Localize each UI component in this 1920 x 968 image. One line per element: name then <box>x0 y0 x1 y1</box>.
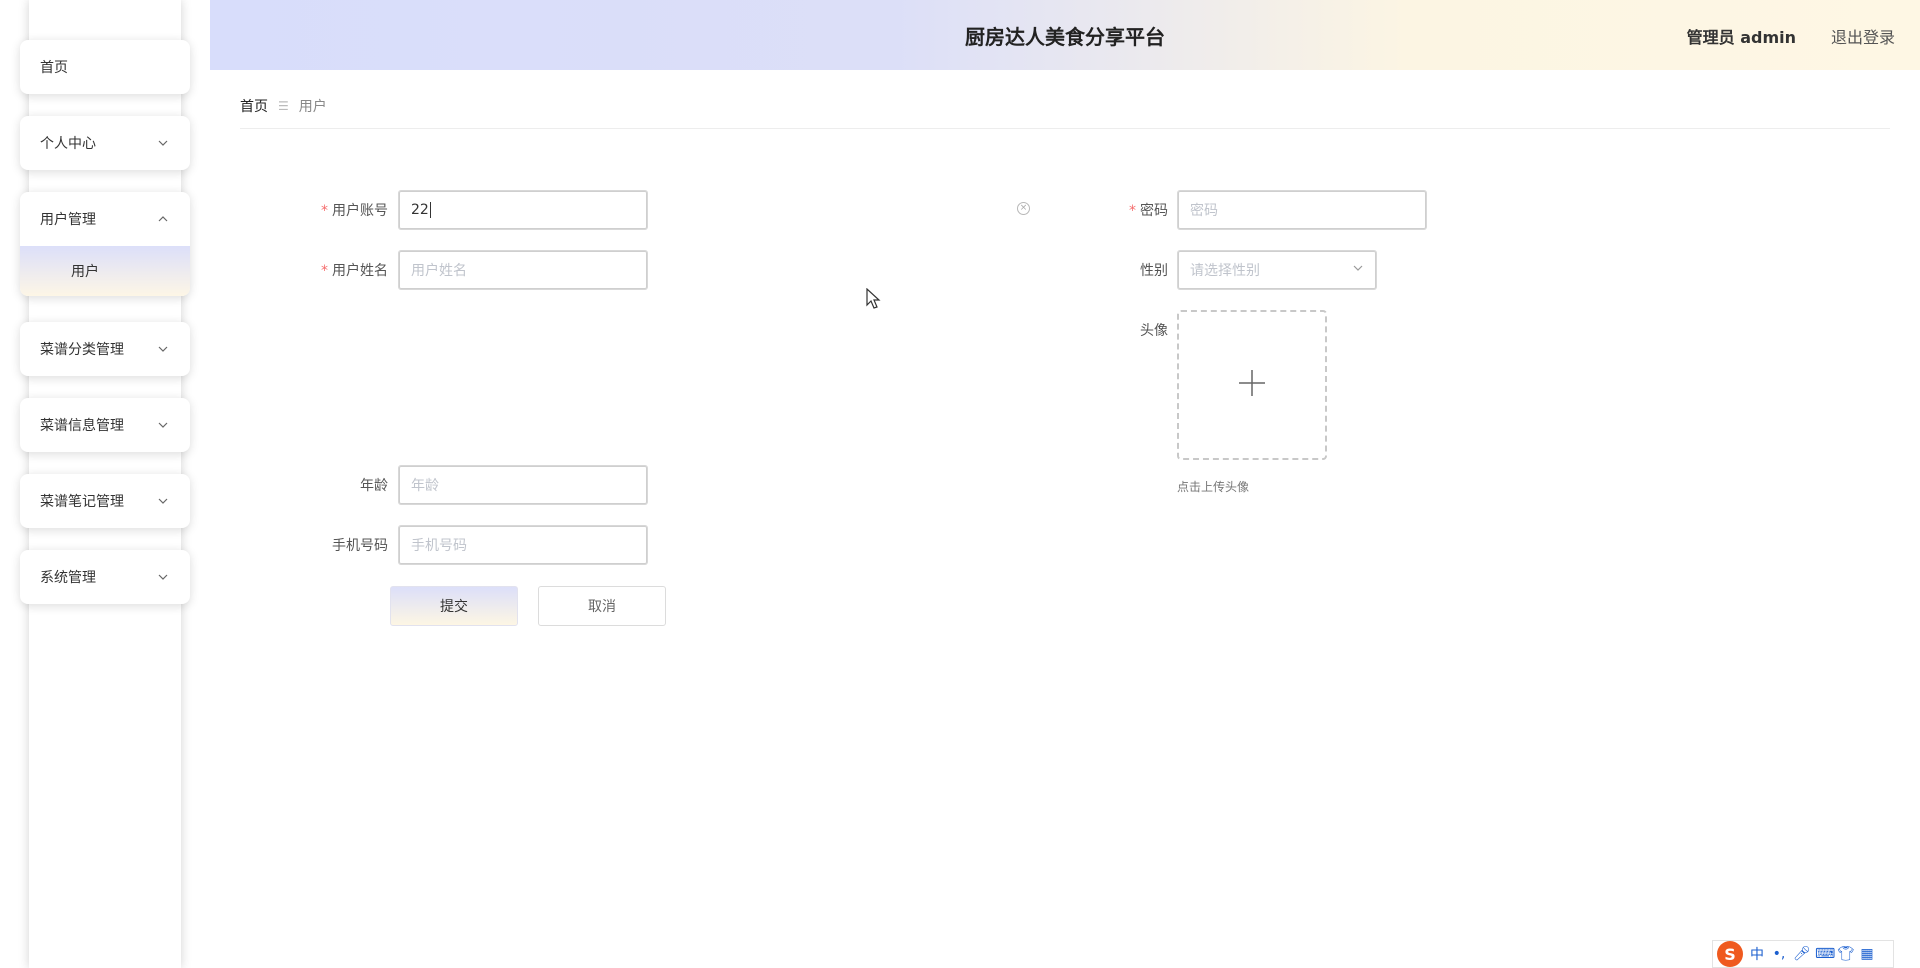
chevron-up-icon <box>156 212 170 226</box>
text-caret <box>429 202 431 218</box>
microphone-icon[interactable]: 🎤︎ <box>1793 946 1811 962</box>
top-header: 厨房达人美食分享平台 管理员 admin 退出登录 <box>210 0 1920 70</box>
sidebar-item-system[interactable]: 系统管理 <box>20 550 190 604</box>
required-mark: * <box>321 203 328 219</box>
gender-select[interactable]: 请选择性别 <box>1177 250 1377 290</box>
sidebar-subitem-label: 用户 <box>71 264 99 280</box>
account-label: * 用户账号 <box>321 203 388 219</box>
password-input[interactable]: 密码 <box>1177 190 1427 230</box>
breadcrumb-home[interactable]: 首页 <box>240 96 268 116</box>
ime-mode[interactable]: 中 <box>1749 944 1765 964</box>
avatar-upload[interactable] <box>1177 310 1327 460</box>
sidebar-item-label: 菜谱分类管理 <box>40 342 124 358</box>
cancel-button[interactable]: 取消 <box>538 586 666 626</box>
sidebar-item-home[interactable]: 首页 <box>20 40 190 94</box>
current-user: 管理员 admin <box>1686 28 1796 47</box>
apps-icon[interactable]: ▦ <box>1859 946 1875 962</box>
chevron-down-icon <box>156 418 170 432</box>
sidebar-subitem-user[interactable]: 用户 <box>20 246 190 296</box>
chevron-down-icon <box>156 136 170 150</box>
sidebar-item-recipe-notes[interactable]: 菜谱笔记管理 <box>20 474 190 528</box>
breadcrumb-current: 用户 <box>298 99 327 115</box>
account-input[interactable]: 22 <box>398 190 648 230</box>
sidebar-item-label: 菜谱信息管理 <box>40 418 124 434</box>
sidebar-item-label: 用户管理 <box>40 212 96 228</box>
logout-link[interactable]: 退出登录 <box>1831 24 1895 48</box>
skin-icon[interactable]: 👕︎ <box>1837 946 1855 962</box>
ime-punct[interactable]: •, <box>1771 946 1787 962</box>
required-mark: * <box>321 263 328 279</box>
sidebar-item-label: 个人中心 <box>40 136 96 152</box>
gender-label: 性别 <box>1140 263 1168 279</box>
chevron-down-icon <box>1352 262 1364 278</box>
upload-tip: 点击上传头像 <box>1177 480 1250 494</box>
age-input[interactable]: 年龄 <box>398 465 648 505</box>
mouse-cursor-icon <box>866 288 881 309</box>
chevron-down-icon <box>156 494 170 508</box>
required-mark: * <box>1129 203 1136 219</box>
sidebar-item-label: 菜谱笔记管理 <box>40 494 124 510</box>
sidebar-item-recipe-category[interactable]: 菜谱分类管理 <box>20 322 190 376</box>
clear-icon[interactable]: × <box>1017 202 1030 215</box>
plus-icon <box>1237 368 1267 402</box>
divider <box>240 128 1890 129</box>
submit-button[interactable]: 提交 <box>390 586 518 626</box>
sidebar-item-label: 系统管理 <box>40 570 96 586</box>
ime-logo-icon[interactable]: S <box>1717 941 1743 967</box>
avatar-label: 头像 <box>1140 323 1168 339</box>
chevron-down-icon <box>156 342 170 356</box>
age-label: 年龄 <box>360 478 388 494</box>
name-label: * 用户姓名 <box>321 263 388 279</box>
keyboard-icon[interactable]: ⌨ <box>1815 946 1835 962</box>
sidebar-item-recipe-info[interactable]: 菜谱信息管理 <box>20 398 190 452</box>
chevron-down-icon <box>156 570 170 584</box>
breadcrumb-separator-icon: ☰ <box>278 99 289 113</box>
breadcrumb: 首页 ☰ 用户 <box>240 96 327 116</box>
password-label: * 密码 <box>1129 203 1168 219</box>
phone-input[interactable]: 手机号码 <box>398 525 648 565</box>
sidebar-item-profile[interactable]: 个人中心 <box>20 116 190 170</box>
sidebar-item-user-management[interactable]: 用户管理 用户 <box>20 192 190 296</box>
app-title: 厨房达人美食分享平台 <box>965 24 1165 49</box>
sidebar-item-label: 首页 <box>40 60 68 76</box>
phone-label: 手机号码 <box>332 538 388 554</box>
ime-toolbar: S 中 •, 🎤︎ ⌨ 👕︎ ▦ <box>1712 940 1894 968</box>
name-input[interactable]: 用户姓名 <box>398 250 648 290</box>
